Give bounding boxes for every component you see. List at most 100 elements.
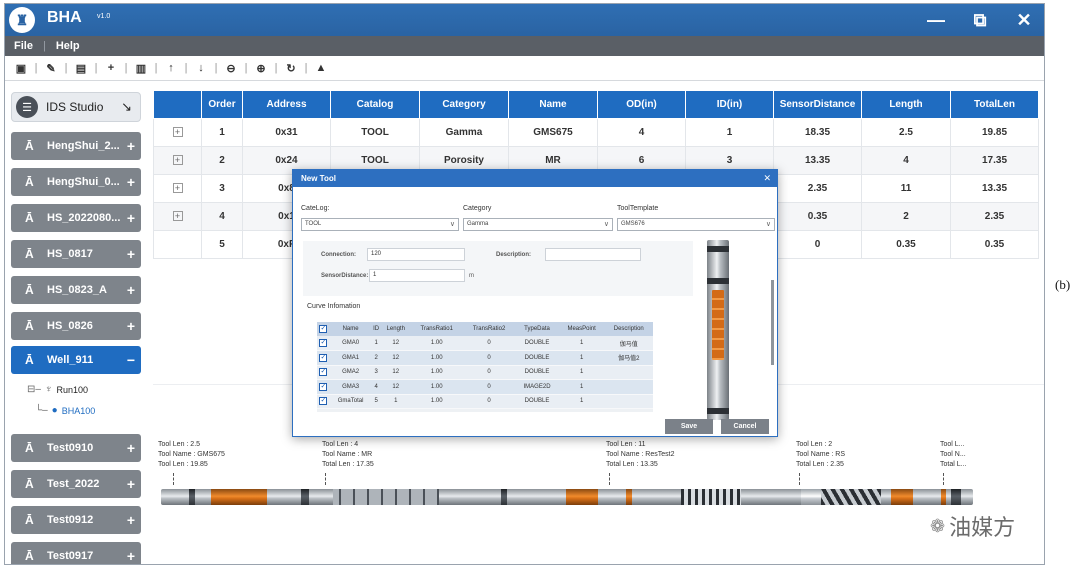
add-icon[interactable]: +	[104, 62, 118, 74]
expand-toggle[interactable]: +	[121, 246, 141, 262]
toolbar-separator: |	[94, 62, 98, 74]
move-down-icon[interactable]: ↓	[194, 62, 208, 74]
expand-toggle[interactable]: +	[121, 138, 141, 154]
expand-row-icon[interactable]: +	[172, 183, 183, 193]
expand-toggle[interactable]: +	[121, 318, 141, 334]
lock-icon[interactable]: ▲	[314, 62, 328, 74]
sensor-distance-field[interactable]: 1	[369, 269, 465, 282]
collapse-arrow-icon[interactable]: ↘	[121, 99, 132, 115]
sidebar-well-item[interactable]: Ā HengShui_0... +	[11, 168, 141, 196]
checkbox-checked-icon[interactable]: ✓	[319, 339, 328, 347]
sidebar-well-item[interactable]: Ā Test0912 +	[11, 506, 141, 534]
dialog-scrollbar[interactable]	[771, 280, 774, 365]
column-header-catalog[interactable]: Catalog	[330, 90, 420, 119]
sidebar-well-item[interactable]: Ā HS_0826 +	[11, 312, 141, 340]
curve-row[interactable]: ✓ GMA2 3 12 1.00 0 DOUBLE 1	[317, 365, 653, 380]
curve-header-check[interactable]: ✓	[317, 322, 330, 336]
curve-check-cell[interactable]: ✓	[317, 350, 330, 366]
sidebar-well-item[interactable]: Ā Test_2022 +	[11, 470, 141, 498]
checkbox-checked-icon[interactable]: ✓	[319, 368, 328, 377]
curve-row[interactable]: ✓ GMA0 1 12 1.00 0 DOUBLE 1 伽马值	[317, 336, 653, 351]
expand-toggle[interactable]: +	[121, 282, 141, 298]
column-header-od[interactable]: OD(in)	[597, 90, 686, 119]
tree-node-bha[interactable]: └– ● BHA100	[35, 405, 95, 416]
close-button[interactable]: ✕	[1002, 4, 1044, 36]
column-header-name[interactable]: Name	[508, 90, 598, 119]
column-header-order[interactable]: Order	[201, 90, 243, 119]
curve-check-cell[interactable]: ✓	[317, 379, 330, 395]
bha-tool-string-graphic[interactable]	[161, 489, 973, 505]
expand-toggle[interactable]: +	[121, 512, 141, 528]
menu-help[interactable]: Help	[56, 40, 80, 52]
category-label: Category	[463, 205, 492, 212]
curve-check-cell[interactable]: ✓	[317, 394, 330, 409]
save-icon[interactable]: ▣	[14, 62, 28, 75]
sidebar: ☰ IDS Studio ↘ Ā HengShui_2... + Ā HengShui…	[5, 82, 148, 564]
restore-button[interactable]: ⧉	[958, 4, 1002, 36]
derrick-icon: Ā	[25, 319, 34, 333]
expand-toggle[interactable]: +	[121, 548, 141, 564]
save-button[interactable]: Save	[665, 419, 713, 434]
sidebar-well-item[interactable]: Ā HS_0817 +	[11, 240, 141, 268]
save-as-icon[interactable]: ▤	[74, 62, 88, 75]
expand-toggle[interactable]: +	[121, 174, 141, 190]
curve-check-cell[interactable]: ✓	[317, 336, 330, 351]
column-header-id[interactable]: ID(in)	[685, 90, 774, 119]
move-up-icon[interactable]: ↑	[164, 62, 178, 74]
checkbox-all-icon[interactable]: ✓	[319, 325, 328, 333]
curve-row[interactable]: ✓ GMA3 4 12 1.00 0 IMAGE2D 1	[317, 379, 653, 395]
refresh-icon[interactable]: ↻	[284, 62, 298, 75]
sidebar-well-item[interactable]: Ā Test0917 +	[11, 542, 141, 564]
cell-sensor-distance: 0.35	[773, 202, 862, 231]
column-header-total-length[interactable]: TotalLen	[950, 90, 1039, 119]
sidebar-well-item[interactable]: Ā Test0910 +	[11, 434, 141, 462]
menu-file[interactable]: File	[14, 40, 33, 52]
row-expand-cell[interactable]: +	[153, 118, 202, 147]
zoom-out-icon[interactable]: ⊖	[224, 62, 238, 75]
expand-row-icon[interactable]: +	[172, 155, 183, 165]
sidebar-well-item[interactable]: Ā HengShui_2... +	[11, 132, 141, 160]
dialog-close-icon[interactable]: ✕	[763, 170, 771, 187]
column-header-address[interactable]: Address	[242, 90, 331, 119]
connection-field[interactable]: 120	[367, 248, 465, 261]
curve-row[interactable]: ✓ GMA1 2 12 1.00 0 DOUBLE 1 伽马值2	[317, 350, 653, 366]
curve-row[interactable]: ✓ GmaTotal 5 1 1.00 0 DOUBLE 1	[317, 394, 653, 409]
description-field[interactable]	[545, 248, 641, 261]
catalog-select[interactable]: TOOL ∨	[301, 218, 459, 231]
tool-template-select[interactable]: GMS676 ∨	[617, 218, 775, 231]
cancel-button[interactable]: Cancel	[721, 419, 769, 434]
collapse-toggle[interactable]: −	[121, 352, 141, 368]
row-expand-cell[interactable]: +	[153, 146, 202, 175]
row-expand-cell[interactable]: +	[153, 202, 202, 231]
table-row[interactable]: + 1 0x31 TOOL Gamma GMS675 4 1 18.35 2.5…	[153, 118, 1039, 147]
expand-row-icon[interactable]: +	[172, 211, 183, 221]
checkbox-checked-icon[interactable]: ✓	[319, 382, 328, 391]
category-select[interactable]: Gamma ∨	[463, 218, 613, 231]
checkbox-checked-icon[interactable]: ✓	[319, 397, 328, 406]
row-expand-cell[interactable]: +	[153, 174, 202, 203]
toolbar-separator: |	[124, 62, 128, 74]
curve-table-container[interactable]: ✓ Name ID Length TransRatio1 TransRatio2…	[317, 322, 653, 412]
zoom-in-icon[interactable]: ⊕	[254, 62, 268, 75]
delete-icon[interactable]: ▥	[134, 62, 148, 75]
cell-order: 1	[201, 118, 243, 147]
column-header-length[interactable]: Length	[861, 90, 951, 119]
expand-toggle[interactable]: +	[121, 476, 141, 492]
sidebar-well-item-active[interactable]: Ā Well_911 −	[11, 346, 141, 374]
expand-toggle[interactable]: +	[121, 440, 141, 456]
curve-tr2: 0	[462, 336, 516, 351]
minimize-button[interactable]: —	[914, 4, 958, 36]
edit-icon[interactable]: ✎	[44, 62, 58, 75]
sidebar-well-item[interactable]: Ā HS_0823_A +	[11, 276, 141, 304]
tool-total-text: Total Len : 2.35	[796, 461, 844, 468]
sidebar-well-item[interactable]: Ā HS_2022080... +	[11, 204, 141, 232]
expand-row-icon[interactable]: +	[172, 127, 183, 137]
curve-check-cell[interactable]: ✓	[317, 365, 330, 380]
expand-toggle[interactable]: +	[121, 210, 141, 226]
cell-total-length: 19.85	[950, 118, 1039, 147]
checkbox-checked-icon[interactable]: ✓	[319, 353, 328, 362]
ids-studio-header[interactable]: ☰ IDS Studio ↘	[11, 92, 141, 122]
column-header-category[interactable]: Category	[419, 90, 509, 119]
column-header-sensor-distance[interactable]: SensorDistance	[773, 90, 862, 119]
tree-node-run[interactable]: ⊟– ♆ Run100	[27, 384, 88, 395]
